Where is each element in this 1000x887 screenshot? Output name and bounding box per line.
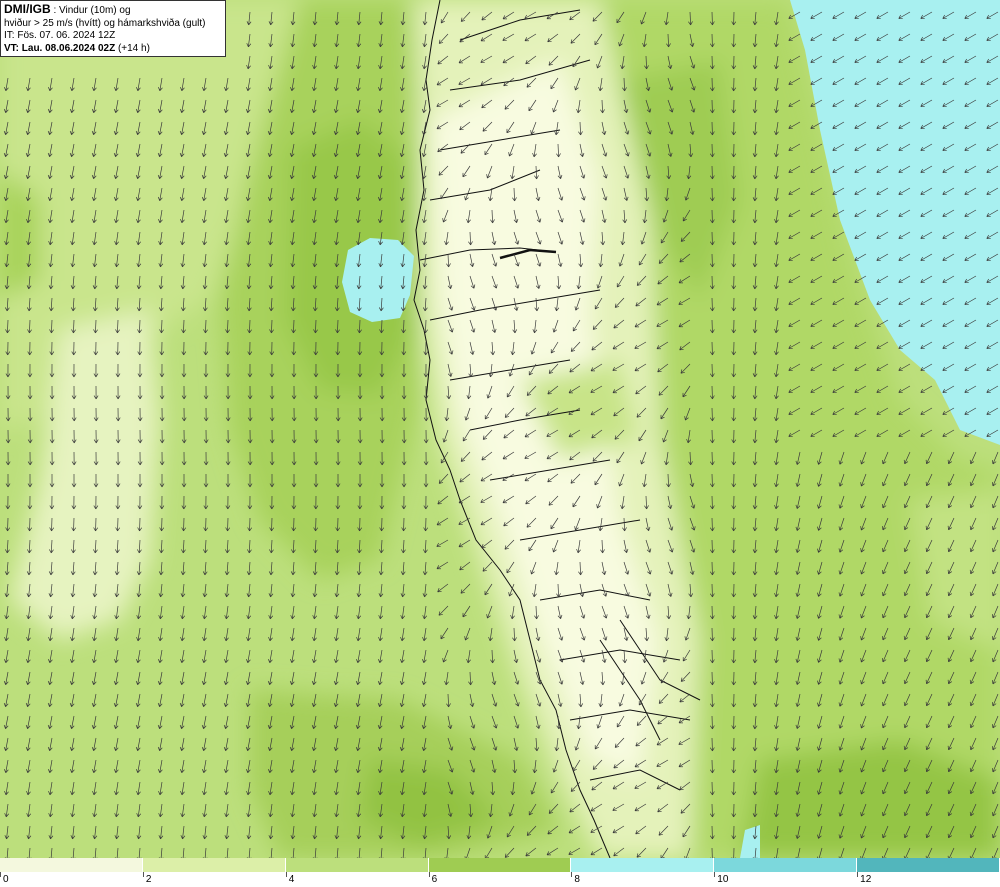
legend-tick [0,872,1,877]
legend-label: 4 [288,874,295,885]
legend-label: 6 [431,874,438,885]
legend-tick [857,872,859,877]
legend-tick [428,872,430,877]
source-label: DMI/IGB [4,2,51,16]
wind-map[interactable] [0,0,1000,858]
legend-tick [285,872,287,877]
legend-swatch [857,858,999,872]
legend-label: 8 [574,874,580,885]
legend-tick [571,872,573,877]
legend-label: 12 [860,874,872,885]
color-legend: 0 2 4 6 8 10 12 [0,858,1000,887]
legend-swatch [428,858,571,872]
legend-swatch [0,858,142,872]
legend-swatch [571,858,714,872]
legend-label: 10 [717,874,729,885]
valid-time-offset: (+14 h) [115,42,150,54]
valid-time: VT: Lau. 08.06.2024 02Z [4,42,116,54]
title-suffix: : Vindur (10m) og [50,5,131,16]
legend-tick [142,872,144,877]
legend-swatch [142,858,285,872]
legend-swatch [714,858,857,872]
legend-tick [714,872,716,877]
initial-time: IT: Fös. 07. 06. 2024 12Z [4,30,116,41]
subtitle-line: hviður > 25 m/s (hvítt) og hámarkshviða … [4,17,206,29]
legend-label: 0 [3,874,9,885]
map-info-box: DMI/IGB : Vindur (10m) og hviður > 25 m/… [0,0,226,57]
legend-label: 2 [145,874,152,885]
legend-swatch [285,858,428,872]
